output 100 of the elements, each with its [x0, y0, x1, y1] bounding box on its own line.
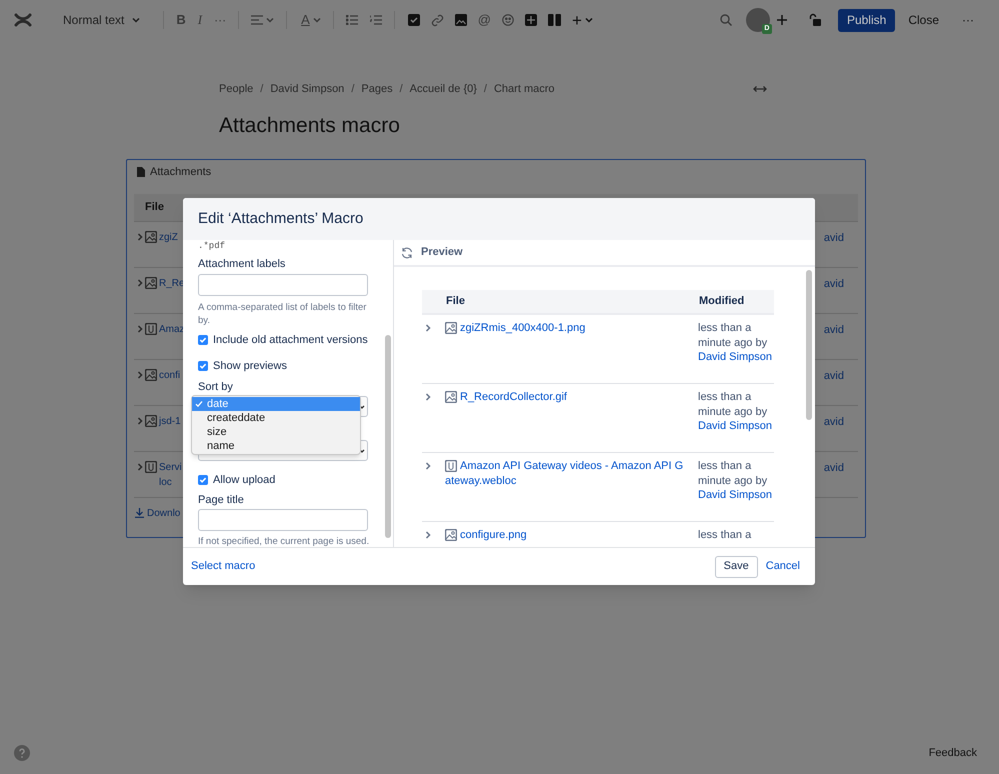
page-title-field[interactable] [198, 509, 368, 531]
image-icon[interactable] [454, 14, 467, 26]
cancel-link[interactable]: Cancel [766, 558, 800, 575]
mention-button[interactable]: @ [478, 10, 491, 30]
italic-button[interactable]: I [198, 10, 202, 30]
image-file-icon [145, 415, 157, 427]
author-link[interactable]: avid [824, 322, 844, 338]
image-file-icon [445, 391, 457, 403]
link-file-icon [445, 460, 457, 472]
scrollbar-thumb[interactable] [806, 270, 812, 420]
feedback-button[interactable]: Feedback [928, 744, 977, 762]
dropdown-option[interactable]: createddate [192, 411, 360, 425]
breadcrumb-link[interactable]: Chart macro [494, 80, 555, 98]
file-link[interactable]: Amaz [159, 322, 183, 337]
caret-icon [266, 16, 274, 24]
help-text: If not specified, the current page is used. [198, 535, 370, 547]
file-link[interactable]: confi [159, 368, 183, 383]
file-link[interactable]: jsd-1 [159, 414, 183, 429]
text-style-dropdown[interactable]: Normal text [61, 11, 142, 29]
table-icon[interactable] [524, 14, 537, 26]
scrollbar-thumb[interactable] [385, 335, 391, 538]
checkbox[interactable] [198, 335, 208, 345]
checkbox[interactable] [198, 361, 208, 371]
chevron-icon[interactable] [137, 371, 143, 379]
bullet-list-icon[interactable] [346, 15, 358, 25]
refresh-icon[interactable] [401, 246, 413, 258]
file-link[interactable]: Amazon API Gateway videos - Amazon API Gateway.webloc [445, 459, 684, 488]
select-macro-link[interactable]: Select macro [191, 558, 256, 575]
author-link[interactable]: avid [824, 276, 844, 292]
search-icon[interactable] [720, 14, 732, 26]
author-link[interactable]: David Simpson [698, 350, 772, 365]
unlock-icon[interactable] [808, 13, 822, 27]
dropdown-option[interactable]: name [192, 439, 360, 453]
dropdown-option[interactable]: size [192, 425, 360, 439]
bold-button[interactable]: B [176, 10, 186, 30]
check-icon [195, 400, 203, 408]
caret-icon [584, 16, 593, 24]
breadcrumb-separator: / [484, 82, 487, 97]
column-header: File [145, 200, 164, 216]
close-button[interactable]: Close [904, 11, 943, 29]
chevron-icon[interactable] [137, 325, 143, 333]
add-collaborator-icon[interactable] [776, 14, 788, 26]
link-file-icon [145, 461, 157, 473]
file-link[interactable]: R_RecordCollector.gif [445, 390, 684, 405]
author-link[interactable]: avid [824, 368, 844, 384]
chevron-icon[interactable] [137, 233, 143, 241]
chevron-icon[interactable] [137, 463, 143, 471]
checkbox[interactable] [198, 475, 208, 485]
image-file-icon [445, 322, 457, 334]
numbered-list-icon[interactable] [370, 15, 382, 25]
insert-dropdown[interactable]: + [572, 12, 593, 28]
preview-label: Preview [421, 245, 463, 260]
checkbox-icon[interactable] [408, 14, 420, 26]
download-link[interactable]: Downlo [147, 506, 180, 520]
file-link[interactable]: configure.png [445, 528, 684, 543]
caret-icon [132, 16, 140, 24]
document-icon [137, 167, 145, 177]
file-link[interactable]: Servi loc [159, 460, 183, 490]
chevron-icon[interactable] [137, 417, 143, 425]
author-link[interactable]: David Simpson [698, 488, 772, 503]
caret-icon [312, 16, 321, 24]
more-actions-button[interactable]: ··· [962, 11, 974, 29]
help-icon[interactable] [14, 745, 30, 761]
checkbox-label: Show previews [213, 359, 287, 373]
page-title: Attachments macro [219, 113, 401, 139]
download-icon [135, 508, 144, 518]
expand-width-icon[interactable] [753, 85, 767, 93]
breadcrumb-link[interactable]: People [219, 80, 254, 98]
publish-button[interactable]: Publish [838, 8, 896, 32]
breadcrumb-link[interactable]: David Simpson [270, 80, 344, 98]
breadcrumb-link[interactable]: Pages [361, 80, 393, 98]
text-color-dropdown[interactable]: A [301, 10, 321, 30]
help-text: A comma-separated list of labels to filter by. [198, 301, 368, 327]
modified-text: less than a [698, 528, 752, 543]
dialog-title: Edit ‘Attachments’ Macro [198, 208, 364, 229]
save-button[interactable]: Save [714, 556, 758, 578]
alignment-dropdown[interactable] [251, 15, 274, 25]
macro-title: Attachments [150, 164, 212, 180]
file-link[interactable]: zgiZRmis_400x400-1.png [445, 321, 684, 336]
dropdown-option[interactable]: date [192, 397, 360, 411]
align-icon [251, 15, 264, 25]
image-file-icon [445, 529, 457, 541]
author-link[interactable]: avid [824, 414, 844, 430]
breadcrumb-link[interactable]: Accueil de {0} [410, 80, 477, 98]
columns-layout-icon[interactable] [548, 14, 561, 26]
field-label: Sort by [198, 380, 234, 394]
checkbox-label: Allow upload [213, 473, 276, 487]
file-link[interactable]: zgiZ [159, 230, 183, 245]
chevron-icon[interactable] [137, 279, 143, 287]
more-formatting-button[interactable]: ··· [214, 11, 226, 29]
modified-text: less than a minute ago by [698, 390, 768, 420]
author-link[interactable]: David Simpson [698, 419, 772, 434]
modified-text: less than a minute ago by [698, 321, 768, 350]
emoji-icon[interactable] [502, 14, 514, 26]
logo-icon[interactable] [14, 11, 32, 29]
image-file-icon [145, 369, 157, 381]
author-link[interactable]: avid [824, 230, 844, 246]
labels-field[interactable] [198, 274, 368, 296]
link-icon[interactable] [430, 14, 444, 26]
author-link[interactable]: avid [824, 460, 844, 476]
